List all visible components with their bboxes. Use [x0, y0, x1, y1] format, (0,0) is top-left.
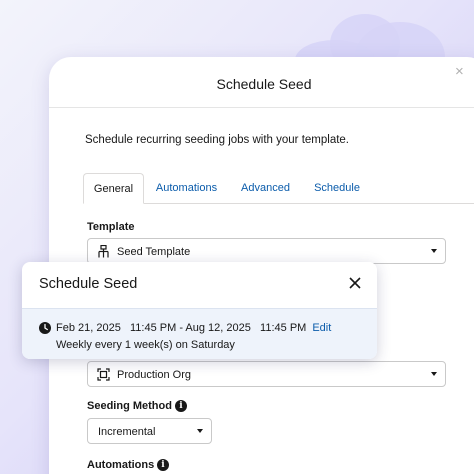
edit-link[interactable]: Edit	[312, 322, 331, 334]
schedule-range: Feb 21, 2025 11:45 PM - Aug 12, 2025 11:…	[56, 322, 331, 334]
chevron-down-icon	[431, 372, 437, 376]
target-org-select[interactable]: Production Org	[87, 361, 446, 387]
seeding-method-select[interactable]: Incremental	[87, 418, 212, 444]
close-icon[interactable]	[348, 276, 362, 290]
chevron-down-icon	[431, 249, 437, 253]
info-icon[interactable]: i	[157, 459, 169, 471]
tab-advanced[interactable]: Advanced	[232, 173, 299, 204]
org-frame-icon	[97, 368, 110, 381]
schedule-seed-popover: Schedule Seed Feb 21, 2025 11:45 PM - Au…	[22, 262, 377, 359]
template-select[interactable]: Seed Template	[87, 238, 446, 264]
hierarchy-icon	[98, 245, 109, 258]
modal-description: Schedule recurring seeding jobs with you…	[85, 134, 350, 146]
tab-schedule[interactable]: Schedule	[307, 173, 367, 204]
schedule-range-text: Feb 21, 2025 11:45 PM - Aug 12, 2025 11:…	[56, 322, 307, 334]
chevron-down-icon	[197, 429, 203, 433]
automations-label: Automations	[87, 459, 155, 471]
target-org-value: Production Org	[117, 369, 191, 381]
info-icon[interactable]: i	[175, 400, 187, 412]
popover-title: Schedule Seed	[39, 276, 138, 292]
modal-title: Schedule Seed	[216, 76, 312, 92]
schedule-summary: Feb 21, 2025 11:45 PM - Aug 12, 2025 11:…	[22, 308, 377, 359]
tab-general[interactable]: General	[83, 173, 144, 204]
seeding-method-label: Seeding Method	[87, 400, 172, 412]
template-value: Seed Template	[117, 246, 191, 258]
template-label: Template	[87, 221, 135, 233]
seeding-method-value: Incremental	[98, 426, 156, 438]
schedule-recurrence: Weekly every 1 week(s) on Saturday	[56, 339, 235, 351]
header-divider	[49, 107, 474, 108]
tab-automations[interactable]: Automations	[149, 173, 224, 204]
clock-icon	[39, 322, 51, 334]
